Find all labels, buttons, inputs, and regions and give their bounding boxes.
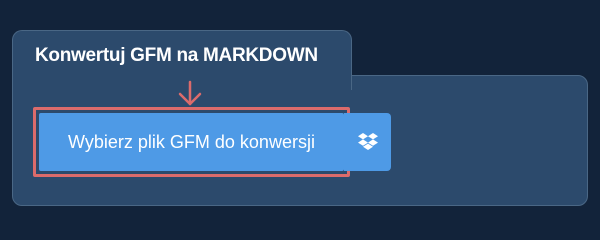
arrow-down-icon xyxy=(178,80,202,106)
choose-file-button[interactable]: Wybierz plik GFM do konwersji xyxy=(39,113,344,171)
dropbox-button[interactable] xyxy=(344,113,391,171)
dropbox-icon xyxy=(357,133,378,150)
choose-file-label: Wybierz plik GFM do konwersji xyxy=(68,131,315,152)
tab-title: Konwertuj GFM na MARKDOWN xyxy=(35,45,318,66)
